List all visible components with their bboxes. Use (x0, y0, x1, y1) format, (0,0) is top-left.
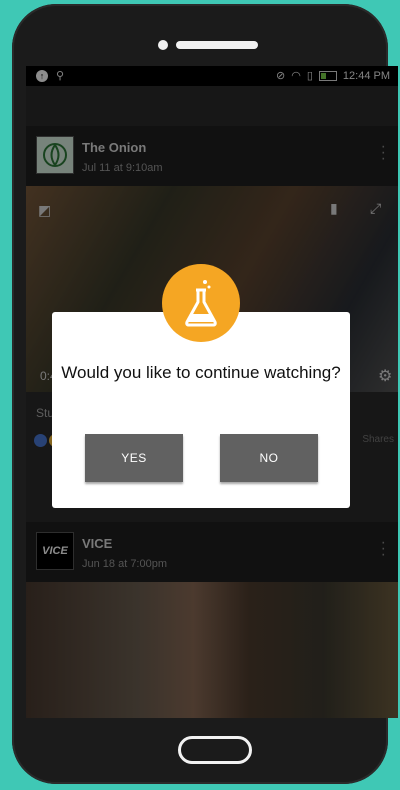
home-button[interactable] (178, 736, 252, 764)
earpiece-speaker (176, 41, 258, 49)
yes-button[interactable]: YES (85, 434, 183, 482)
no-button[interactable]: NO (220, 434, 318, 482)
flask-icon (162, 264, 240, 342)
dialog-message: Would you like to continue watching? (61, 363, 341, 382)
camera-dot (158, 40, 168, 50)
